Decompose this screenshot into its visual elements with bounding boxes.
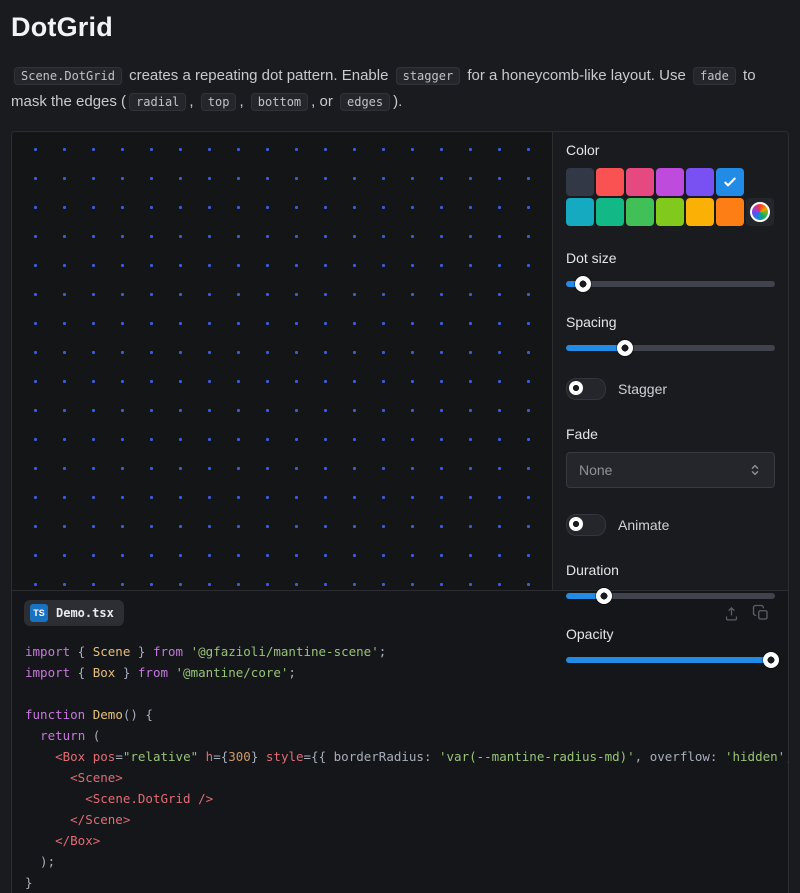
inline-code-chip: top xyxy=(201,93,237,111)
code-line: <Box pos="relative" h={300} style={{ bor… xyxy=(25,746,775,767)
spacing-label: Spacing xyxy=(566,314,775,330)
description-text: , xyxy=(239,93,247,110)
code-line: </Scene> xyxy=(25,809,775,830)
color-swatch-red[interactable] xyxy=(596,168,624,196)
color-label: Color xyxy=(566,142,775,158)
code-line: <Scene.DotGrid /> xyxy=(25,788,775,809)
code-line: return ( xyxy=(25,725,775,746)
color-swatch-violet[interactable] xyxy=(686,168,714,196)
fade-select-value: None xyxy=(579,462,612,478)
code-tab[interactable]: TS Demo.tsx xyxy=(24,600,124,626)
color-swatch-green[interactable] xyxy=(626,198,654,226)
copy-icon[interactable] xyxy=(752,604,770,622)
demo-card: Color Dot size Spacing xyxy=(11,131,789,893)
code-line xyxy=(25,683,775,704)
color-wheel-icon xyxy=(750,202,770,222)
controls-panel: Color Dot size Spacing xyxy=(553,132,788,590)
code-lines: import { Scene } from '@gfazioli/mantine… xyxy=(12,629,788,893)
spacing-slider[interactable] xyxy=(566,340,775,356)
duration-label: Duration xyxy=(566,562,775,578)
selector-chevrons-icon xyxy=(748,463,762,477)
stagger-switch[interactable] xyxy=(566,378,606,400)
inline-code-chip: Scene.DotGrid xyxy=(14,67,122,85)
slider-thumb[interactable] xyxy=(763,652,779,668)
description-text: for a honeycomb-like layout. Use xyxy=(463,67,690,84)
slider-thumb[interactable] xyxy=(575,276,591,292)
switch-thumb xyxy=(569,517,583,531)
color-swatch-cyan[interactable] xyxy=(566,198,594,226)
inline-code-chip: stagger xyxy=(396,67,461,85)
inline-code-chip: edges xyxy=(340,93,390,111)
dot-grid-canvas xyxy=(12,132,553,590)
inline-code-chip: fade xyxy=(693,67,736,85)
switch-thumb xyxy=(569,381,583,395)
description-text: , xyxy=(189,93,197,110)
duration-slider[interactable] xyxy=(566,588,775,604)
color-swatch-lime[interactable] xyxy=(656,198,684,226)
color-swatch-yellow[interactable] xyxy=(686,198,714,226)
code-line: <Scene> xyxy=(25,767,775,788)
description-text: ). xyxy=(393,93,402,110)
code-line: </Box> xyxy=(25,830,775,851)
color-swatch-dark[interactable] xyxy=(566,168,594,196)
description-text: , or xyxy=(311,93,337,110)
page-title: DotGrid xyxy=(11,12,789,43)
color-swatch-teal[interactable] xyxy=(596,198,624,226)
slider-thumb[interactable] xyxy=(596,588,612,604)
slider-fill xyxy=(566,657,771,663)
code-line: function Demo() { xyxy=(25,704,775,725)
demo-area: Color Dot size Spacing xyxy=(12,132,788,590)
typescript-icon: TS xyxy=(30,604,48,622)
color-swatch-orange[interactable] xyxy=(716,198,744,226)
animate-label: Animate xyxy=(618,517,669,533)
color-swatches xyxy=(566,168,775,226)
color-swatch-custom[interactable] xyxy=(746,198,774,226)
stagger-label: Stagger xyxy=(618,381,667,397)
opacity-label: Opacity xyxy=(566,626,775,642)
color-swatch-pink[interactable] xyxy=(626,168,654,196)
slider-thumb[interactable] xyxy=(617,340,633,356)
color-swatch-grape[interactable] xyxy=(656,168,684,196)
dot-size-slider[interactable] xyxy=(566,276,775,292)
inline-code-chip: radial xyxy=(129,93,186,111)
description-text: creates a repeating dot pattern. Enable xyxy=(125,67,393,84)
inline-code-chip: bottom xyxy=(251,93,308,111)
dot-size-label: Dot size xyxy=(566,250,775,266)
slider-track xyxy=(566,657,775,663)
slider-track xyxy=(566,345,775,351)
code-line: ); xyxy=(25,851,775,872)
check-icon xyxy=(722,174,738,190)
animate-switch[interactable] xyxy=(566,514,606,536)
description: Scene.DotGrid creates a repeating dot pa… xyxy=(11,63,789,115)
code-tab-label: Demo.tsx xyxy=(56,606,114,620)
code-line: } xyxy=(25,872,775,893)
fade-label: Fade xyxy=(566,426,775,442)
page: DotGrid Scene.DotGrid creates a repeatin… xyxy=(0,0,800,893)
opacity-slider[interactable] xyxy=(566,652,775,668)
slider-track xyxy=(566,281,775,287)
export-icon[interactable] xyxy=(723,605,740,622)
fade-select[interactable]: None xyxy=(566,452,775,488)
color-swatch-blue[interactable] xyxy=(716,168,744,196)
